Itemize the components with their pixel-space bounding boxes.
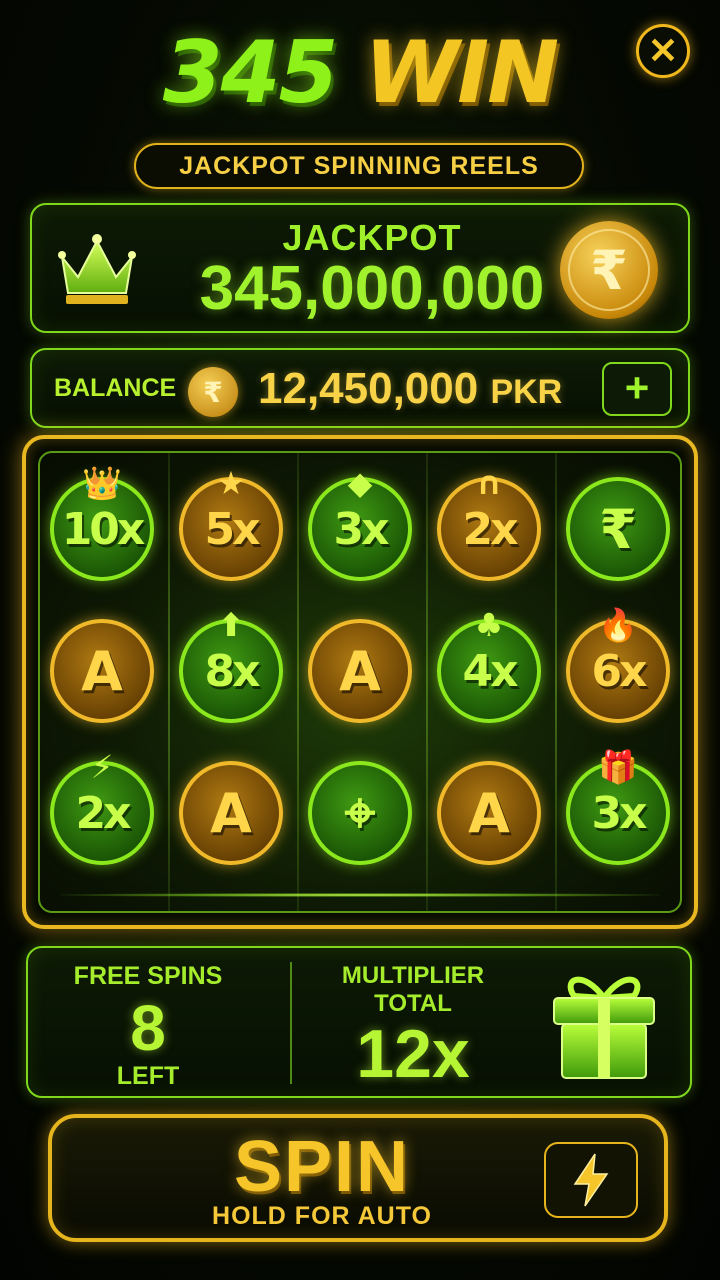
multiplier-label: MULTIPLIER TOTAL <box>318 962 508 1018</box>
reel-symbol-label: 3x <box>591 787 648 839</box>
reel-divider <box>555 453 557 911</box>
lightning-icon: ⚡ <box>90 748 114 786</box>
lightning-icon <box>573 1153 609 1207</box>
reel-symbol-label: 10x <box>61 503 146 555</box>
star-icon: ★ <box>216 464 246 502</box>
free-spins-value: 8 <box>130 992 166 1064</box>
target-icon: ⌖ <box>344 781 376 844</box>
stats-divider <box>290 962 292 1084</box>
reel-symbol-label: 8x <box>204 645 261 697</box>
rupee-icon: ₹ <box>599 497 637 561</box>
reel-symbol: A <box>50 619 154 723</box>
flame-icon: 🔥 <box>598 606 638 644</box>
spin-sub-label: HOLD FOR AUTO <box>212 1202 432 1230</box>
reel-symbol-label: 3x <box>333 503 390 555</box>
reel-symbol-label: 4x <box>462 645 519 697</box>
balance-number: 12,450,000 <box>258 364 479 413</box>
reels-frame: 👑 10x ★ 5x ◆ 3x ∩ 2x ₹ A ⬆ 8x A ♣ 4x 🔥 6x ⚡ 2x A ⌖ A 🎁 3x <box>22 435 698 929</box>
reel-symbol: 🔥 6x <box>566 609 670 723</box>
reel-symbol: A <box>437 761 541 865</box>
crown-icon: 👑 <box>82 464 122 502</box>
multiplier-label-line1: MULTIPLIER <box>341 962 485 989</box>
reel-symbol: ⚡ 2x <box>50 751 154 865</box>
stats-panel: FREE SPINS 8 LEFT MULTIPLIER TOTAL 12x <box>26 946 692 1098</box>
title-number: 345 <box>162 23 339 123</box>
balance-currency: PKR <box>490 373 563 411</box>
clover-icon: ♣ <box>474 606 504 644</box>
horseshoe-icon: ∩ <box>476 464 502 502</box>
letter-a-icon: A <box>81 639 123 703</box>
letter-a-icon: A <box>339 639 381 703</box>
game-title: 345 WIN <box>0 18 720 128</box>
balance-label: BALANCE <box>54 374 177 402</box>
gift-icon: 🎁 <box>598 748 638 786</box>
auto-spin-button[interactable] <box>544 1142 638 1218</box>
rupee-coin-small-icon: ₹ <box>188 367 238 417</box>
balance-panel: BALANCE ₹ 12,450,000 PKR + <box>30 348 690 428</box>
reel-symbol: ∩ 2x <box>437 467 541 581</box>
reel-symbol-label: 6x <box>591 645 648 697</box>
letter-a-icon: A <box>210 781 252 845</box>
reels-grid: 👑 10x ★ 5x ◆ 3x ∩ 2x ₹ A ⬆ 8x A ♣ 4x 🔥 6x ⚡ 2x A ⌖ A 🎁 3x <box>38 451 682 913</box>
gift-icon <box>553 976 655 1079</box>
jackpot-value: 345,000,000 <box>199 254 545 323</box>
spin-button[interactable]: SPIN HOLD FOR AUTO <box>48 1114 668 1242</box>
title-word: WIN <box>364 23 559 123</box>
reel-symbol: 🎁 3x <box>566 751 670 865</box>
balance-amount: 12,450,000 PKR <box>258 364 562 414</box>
multiplier-label-line2: TOTAL <box>374 990 452 1017</box>
reel-divider <box>297 453 299 911</box>
rupee-coin-icon: ₹ <box>560 221 658 319</box>
reel-symbol-label: 5x <box>204 503 261 555</box>
close-icon: ✕ <box>647 30 679 71</box>
reel-symbol: ⬆ 8x <box>179 609 283 723</box>
free-spins-sub: LEFT <box>116 1062 180 1090</box>
reels-glow-line <box>60 893 660 897</box>
crown-icon <box>58 234 136 304</box>
reel-symbol: ₹ <box>566 477 670 581</box>
subtitle-banner: JACKPOT SPINNING REELS <box>134 143 584 189</box>
reel-symbol: ★ 5x <box>179 467 283 581</box>
add-balance-button[interactable]: + <box>602 362 672 416</box>
reel-symbol: 👑 10x <box>50 467 154 581</box>
reel-symbol: A <box>179 761 283 865</box>
arrow-up-icon: ⬆ <box>217 606 245 644</box>
reel-symbol-label: 2x <box>75 787 132 839</box>
letter-a-icon: A <box>468 781 510 845</box>
rupee-coin-symbol: ₹ <box>590 238 628 302</box>
reel-symbol: ♣ 4x <box>437 609 541 723</box>
rupee-coin-small-symbol: ₹ <box>203 375 223 409</box>
reel-symbol-label: 2x <box>462 503 519 555</box>
reel-divider <box>168 453 170 911</box>
diamond-icon: ◆ <box>347 464 373 502</box>
free-spins-label: FREE SPINS <box>73 962 223 990</box>
multiplier-value: 12x <box>356 1016 470 1092</box>
spin-label: SPIN <box>233 1127 411 1207</box>
reel-symbol: ⌖ <box>308 761 412 865</box>
reel-divider <box>426 453 428 911</box>
close-button[interactable]: ✕ <box>636 24 690 78</box>
jackpot-panel: JACKPOT 345,000,000 ₹ <box>30 203 690 333</box>
reel-symbol: A <box>308 619 412 723</box>
reel-symbol: ◆ 3x <box>308 467 412 581</box>
